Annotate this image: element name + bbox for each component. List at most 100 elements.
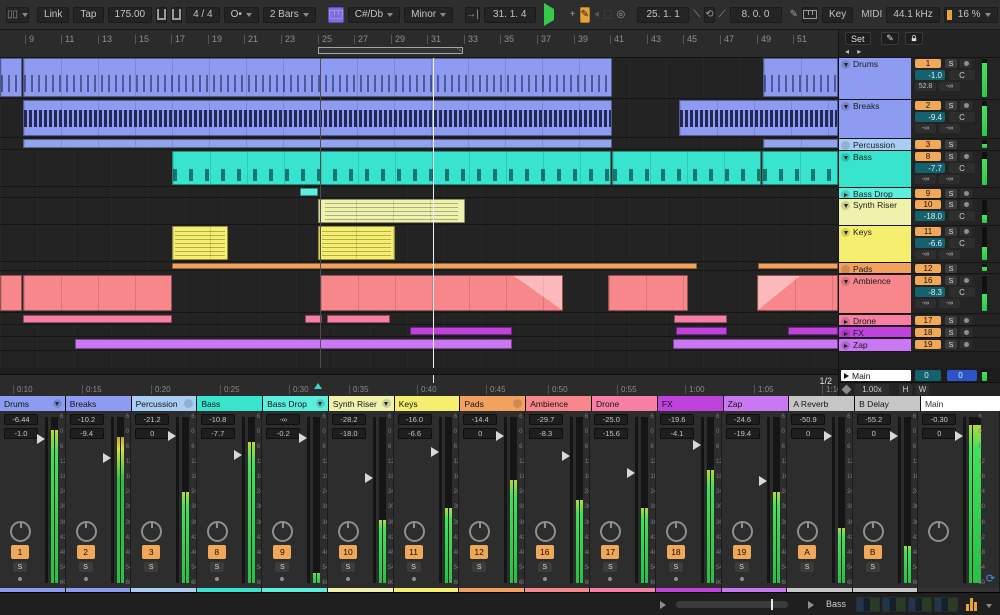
track-lane-percussion[interactable] bbox=[0, 139, 838, 150]
track-lane-breaks[interactable] bbox=[0, 100, 838, 138]
fader-handle[interactable] bbox=[889, 431, 898, 442]
pan-field[interactable]: C bbox=[949, 238, 975, 248]
clip-fx[interactable] bbox=[676, 327, 727, 335]
clip-drums[interactable] bbox=[763, 58, 838, 97]
track-number-button[interactable]: 3 bbox=[142, 545, 161, 559]
clip-ambience[interactable] bbox=[608, 275, 688, 311]
track-number-button[interactable]: 12 bbox=[470, 545, 489, 559]
clip-percussion[interactable] bbox=[23, 139, 612, 148]
send-a-field[interactable]: -∞ bbox=[915, 299, 936, 308]
track-number-button[interactable]: 16 bbox=[535, 545, 554, 559]
solo-button[interactable]: S bbox=[945, 340, 957, 349]
track-number[interactable]: 9 bbox=[915, 189, 941, 198]
solo-button[interactable]: S bbox=[945, 189, 957, 198]
tempo-field[interactable]: 175.00 bbox=[107, 6, 153, 23]
fader-track[interactable] bbox=[635, 417, 639, 583]
clip-scrub-slider[interactable] bbox=[676, 599, 788, 610]
clip-fx[interactable] bbox=[788, 327, 838, 335]
mixer-header-zap[interactable]: Zap bbox=[723, 396, 789, 411]
volume-field[interactable]: -6.6 bbox=[915, 238, 945, 248]
fader-handle[interactable] bbox=[430, 446, 439, 457]
track-number-button[interactable]: 8 bbox=[207, 545, 226, 559]
fader-value-field[interactable]: -18.0 bbox=[331, 428, 366, 439]
fader-value-field[interactable]: -0.2 bbox=[266, 428, 301, 439]
track-height-button[interactable]: H bbox=[899, 384, 912, 395]
mixer-header-ambience[interactable]: Ambience bbox=[526, 396, 592, 411]
arm-button[interactable] bbox=[210, 575, 223, 583]
fold-icon[interactable] bbox=[841, 228, 850, 237]
peak-level-field[interactable]: -29.7 bbox=[528, 414, 563, 425]
clip-drone[interactable] bbox=[327, 315, 390, 323]
send-b-field[interactable]: -∞ bbox=[939, 175, 960, 184]
send-a-field[interactable]: -∞ bbox=[915, 124, 936, 133]
volume-field[interactable]: -8.3 bbox=[915, 287, 945, 297]
fader-handle[interactable] bbox=[299, 432, 308, 443]
mixer-header-main[interactable]: Main bbox=[920, 396, 1000, 411]
peak-level-field[interactable]: -24.6 bbox=[725, 414, 760, 425]
fader-track[interactable] bbox=[176, 417, 180, 583]
track-number-button[interactable]: 17 bbox=[601, 545, 620, 559]
solo-button[interactable]: S bbox=[945, 140, 957, 149]
fold-icon[interactable] bbox=[841, 190, 850, 198]
main-value-1[interactable]: 0 bbox=[915, 370, 941, 381]
arm-button[interactable] bbox=[79, 575, 92, 583]
quantize-menu[interactable]: 2 Bars bbox=[262, 6, 316, 23]
arm-button[interactable] bbox=[960, 227, 972, 236]
fader-value-field[interactable]: -1.0 bbox=[4, 428, 38, 439]
solo-button[interactable]: S bbox=[945, 328, 957, 337]
fader-track[interactable] bbox=[45, 417, 48, 583]
volume-field[interactable]: -1.0 bbox=[915, 70, 945, 80]
mixer-header-b-delay[interactable]: B Delay bbox=[855, 396, 920, 411]
peak-level-field[interactable]: -28.2 bbox=[331, 414, 366, 425]
nudge-down-icon[interactable] bbox=[156, 6, 168, 23]
pan-field[interactable]: C bbox=[949, 163, 975, 173]
horizontal-scroll-strip[interactable] bbox=[0, 368, 838, 375]
track-header-percussion[interactable]: Percussion 3 S bbox=[839, 139, 1000, 151]
device-thumbnail[interactable] bbox=[934, 597, 958, 612]
device-thumbnail[interactable] bbox=[908, 597, 932, 612]
peak-level-field[interactable]: -50.9 bbox=[791, 414, 826, 425]
peak-level-field[interactable]: -14.4 bbox=[463, 414, 498, 425]
clip-percussion[interactable] bbox=[763, 139, 838, 148]
track-lane-synth-riser[interactable] bbox=[0, 199, 838, 225]
peak-level-field[interactable]: -19.6 bbox=[659, 414, 694, 425]
peak-level-field[interactable]: -10.2 bbox=[69, 414, 104, 425]
solo-button[interactable]: S bbox=[603, 562, 618, 572]
arm-button[interactable] bbox=[341, 575, 354, 583]
bar-ruler[interactable]: 9 11 13 15 17 19 21 23 25 27 29 31 33 35 37 39 41 43 45 47 4… bbox=[0, 30, 838, 58]
follow-icon[interactable]: →| bbox=[465, 6, 480, 23]
mixer-header-breaks[interactable]: Breaks bbox=[65, 396, 131, 411]
mixer-header-bass[interactable]: Bass bbox=[197, 396, 263, 411]
draw-pencil-icon[interactable]: ✎ bbox=[790, 7, 798, 23]
pan-knob[interactable] bbox=[731, 521, 753, 542]
follow-speed-icon[interactable] bbox=[841, 384, 852, 395]
fader-handle[interactable] bbox=[364, 473, 373, 484]
fader-handle[interactable] bbox=[168, 431, 177, 442]
track-number[interactable]: 19 bbox=[915, 340, 941, 349]
track-number-button[interactable]: 18 bbox=[666, 545, 685, 559]
peak-level-field[interactable]: -55.2 bbox=[856, 414, 891, 425]
fader-track[interactable] bbox=[241, 417, 245, 583]
send-a-field[interactable]: 52.8 bbox=[915, 82, 936, 91]
clip-keys[interactable] bbox=[172, 226, 228, 260]
fader-track[interactable] bbox=[766, 417, 770, 583]
mixer-header-drone[interactable]: Drone bbox=[592, 396, 657, 411]
fader-value-field[interactable]: -9.4 bbox=[69, 428, 104, 439]
main-value-2[interactable]: 0 bbox=[947, 370, 977, 381]
track-header-pads[interactable]: Pads 12 S bbox=[839, 263, 1000, 274]
track-number-button[interactable]: 1 bbox=[11, 545, 29, 559]
mixer-header-fx[interactable]: FX bbox=[657, 396, 723, 411]
pan-knob[interactable] bbox=[600, 521, 622, 542]
solo-button[interactable]: S bbox=[406, 562, 421, 572]
mixer-header-percussion[interactable]: Percussion bbox=[131, 396, 197, 411]
track-header-bass[interactable]: Bass 8 S -7.7 C -∞ -∞ bbox=[839, 151, 1000, 188]
solo-button[interactable]: S bbox=[800, 562, 815, 572]
track-header-zap[interactable]: Zap 19 S bbox=[839, 339, 1000, 352]
clip-drums[interactable] bbox=[23, 58, 612, 97]
solo-button[interactable]: S bbox=[209, 562, 224, 572]
peak-level-field[interactable]: -0.30 bbox=[922, 414, 957, 425]
solo-button[interactable]: S bbox=[275, 562, 290, 572]
fader-value-field[interactable]: -7.7 bbox=[200, 428, 235, 439]
pan-knob[interactable] bbox=[337, 521, 359, 542]
clip-ambience[interactable] bbox=[0, 275, 22, 311]
